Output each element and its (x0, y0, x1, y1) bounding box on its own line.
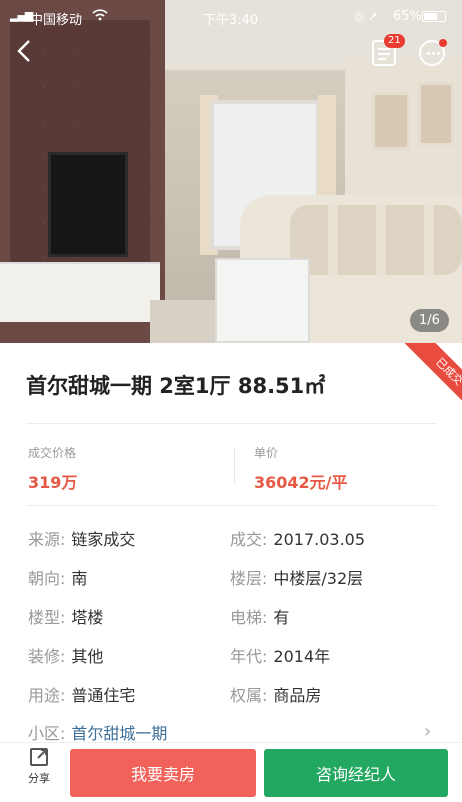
unit-price: 单价 36042元/平 (254, 444, 348, 493)
message-icon[interactable] (419, 39, 447, 66)
detail-decoration: 装修: 其他 (28, 647, 104, 666)
share-icon (30, 748, 48, 766)
divider (26, 423, 436, 424)
sell-house-button[interactable]: 我要卖房 (70, 749, 256, 797)
listing-photo[interactable]: ▂▄▆ 中国移动 下午3:40 ◎ ➚ 65% 21 1/6 (0, 0, 462, 343)
photo-tv-stand (0, 262, 160, 322)
detail-building-type: 楼型: 塔楼 (28, 608, 104, 627)
clock: 下午3:40 (203, 13, 259, 28)
unread-dot (439, 39, 447, 47)
deal-price: 成交价格 319万 (28, 444, 77, 493)
battery-icon (422, 11, 446, 22)
price-separator (234, 447, 235, 483)
unit-price-label: 单价 (254, 446, 279, 460)
detail-source: 来源: 链家成交 (28, 530, 136, 549)
listing-title: 首尔甜城一期 2室1厅 88.51㎡ (26, 374, 326, 398)
community-name[interactable]: 首尔甜城一期 (71, 724, 167, 743)
detail-ownership: 权属: 商品房 (230, 686, 322, 705)
photo-wall-frame (372, 92, 410, 150)
list-count-badge: 21 (384, 34, 405, 48)
photo-tv (48, 152, 128, 257)
photo-wall-frame (418, 82, 454, 146)
sold-ribbon-label: 已成交 (402, 343, 462, 419)
sold-ribbon: 已成交 (382, 343, 462, 423)
detail-elevator: 电梯: 有 (230, 608, 290, 627)
status-bar: ▂▄▆ 中国移动 下午3:40 ◎ ➚ 65% (0, 0, 462, 34)
detail-orientation: 朝向: 南 (28, 569, 88, 588)
photo-counter: 1/6 (410, 309, 449, 332)
community-link[interactable]: 小区: 首尔甜城一期 (28, 720, 167, 744)
divider (26, 505, 436, 506)
deal-price-label: 成交价格 (28, 446, 77, 460)
share-label: 分享 (28, 772, 50, 785)
chevron-right-icon[interactable]: › (424, 721, 431, 742)
detail-deal-date: 成交: 2017.03.05 (230, 530, 366, 549)
location-arrow-icon: ◎ ➚ (354, 9, 379, 23)
wifi-icon (92, 9, 108, 25)
back-icon[interactable] (16, 38, 40, 66)
deal-price-value: 319万 (28, 473, 78, 492)
battery-percent: 65% (393, 9, 422, 24)
carrier-name: 中国移动 (30, 13, 83, 28)
share-button[interactable]: 分享 (22, 748, 56, 786)
photo-coffee-table (215, 258, 310, 343)
detail-year: 年代: 2014年 (230, 647, 331, 666)
detail-floor: 楼层: 中楼层/32层 (230, 569, 364, 588)
unit-price-value: 36042元/平 (254, 473, 348, 492)
detail-usage: 用途: 普通住宅 (28, 686, 136, 705)
consult-agent-button[interactable]: 咨询经纪人 (264, 749, 448, 797)
